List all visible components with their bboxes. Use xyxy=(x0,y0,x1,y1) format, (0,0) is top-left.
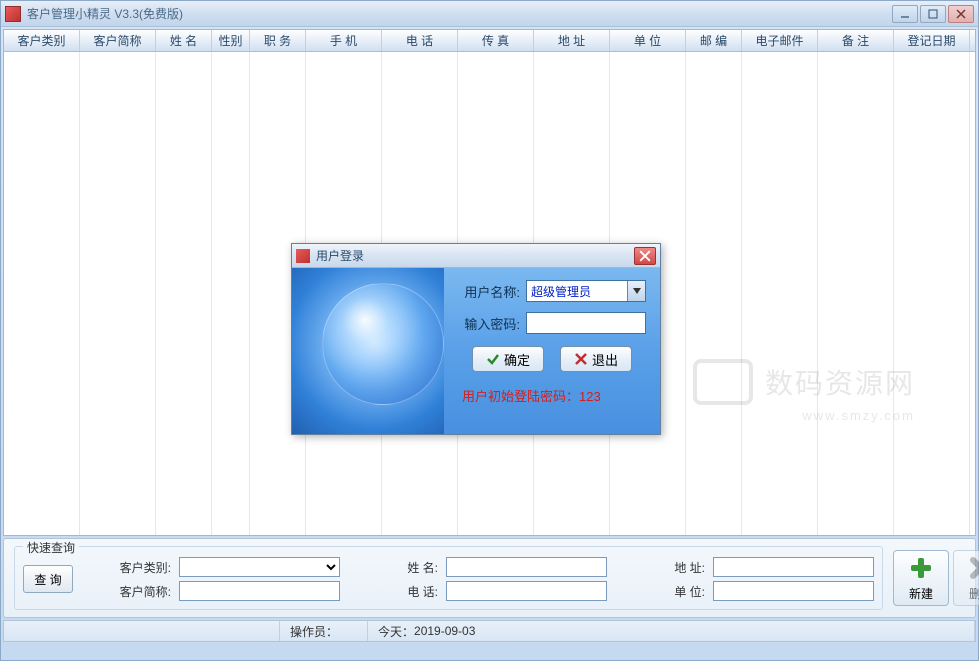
minimize-button[interactable] xyxy=(892,5,918,23)
unit-label: 单 位: xyxy=(615,583,705,600)
bottom-panel: 快速查询 客户类别: 姓 名: 地 址: 查 询 客户简称: 电 话: 单 位: xyxy=(3,538,976,618)
column-header[interactable]: 电 话 xyxy=(382,30,458,51)
phone-input[interactable] xyxy=(446,581,607,601)
username-combo[interactable]: 超级管理员 xyxy=(526,280,646,302)
short-input[interactable] xyxy=(179,581,340,601)
chevron-down-icon xyxy=(627,281,645,301)
column-header[interactable]: 备 注 xyxy=(818,30,894,51)
action-buttons: 新建 删除 打印 导出 xyxy=(893,550,979,606)
column-line xyxy=(894,52,970,535)
column-line xyxy=(742,52,818,535)
login-exit-button[interactable]: 退出 xyxy=(560,346,632,372)
column-line xyxy=(212,52,250,535)
login-hint: 用户初始登陆密码：123 xyxy=(458,386,646,405)
login-body: 用户名称: 超级管理员 输入密码: 确定 xyxy=(292,268,660,434)
operator-label: 操作员： xyxy=(290,623,338,640)
column-header[interactable]: 邮 编 xyxy=(686,30,742,51)
column-line xyxy=(156,52,212,535)
close-button[interactable] xyxy=(948,5,974,23)
login-titlebar: 用户登录 xyxy=(292,244,660,268)
unit-input[interactable] xyxy=(713,581,874,601)
x-icon xyxy=(574,352,588,366)
window-title: 客户管理小精灵 V3.3(免费版) xyxy=(27,5,892,22)
login-dialog: 用户登录 用户名称: 超级管理员 输入密码: xyxy=(291,243,661,435)
quick-search-group: 快速查询 客户类别: 姓 名: 地 址: 查 询 客户简称: 电 话: 单 位: xyxy=(14,546,883,610)
column-header[interactable]: 手 机 xyxy=(306,30,382,51)
column-header[interactable]: 登记日期 xyxy=(894,30,970,51)
name-label: 姓 名: xyxy=(348,559,438,576)
column-header[interactable]: 传 真 xyxy=(458,30,534,51)
address-input[interactable] xyxy=(713,557,874,577)
login-ok-button[interactable]: 确定 xyxy=(472,346,544,372)
column-header[interactable]: 地 址 xyxy=(534,30,610,51)
today-value: 2019-09-03 xyxy=(414,624,475,638)
search-button[interactable]: 查 询 xyxy=(23,565,73,593)
login-title: 用户登录 xyxy=(316,247,634,264)
window-controls xyxy=(892,5,974,23)
column-line xyxy=(686,52,742,535)
today-label: 今天： xyxy=(378,623,414,640)
login-form: 用户名称: 超级管理员 输入密码: 确定 xyxy=(444,268,660,434)
column-header[interactable]: 性别 xyxy=(212,30,250,51)
category-select[interactable] xyxy=(179,557,340,577)
titlebar: 客户管理小精灵 V3.3(免费版) xyxy=(1,1,978,27)
delete-button: 删除 xyxy=(953,550,979,606)
column-header[interactable]: 客户类别 xyxy=(4,30,80,51)
app-icon xyxy=(5,6,21,22)
check-icon xyxy=(486,352,500,366)
password-label: 输入密码: xyxy=(458,314,520,333)
login-app-icon xyxy=(296,249,310,263)
column-header[interactable]: 单 位 xyxy=(610,30,686,51)
delete-icon xyxy=(967,554,979,582)
column-header[interactable]: 客户简称 xyxy=(80,30,156,51)
phone-label: 电 话: xyxy=(348,583,438,600)
password-input[interactable] xyxy=(526,312,646,334)
short-label: 客户简称: xyxy=(81,583,171,600)
plus-icon xyxy=(907,554,935,582)
category-label: 客户类别: xyxy=(81,559,171,576)
login-close-button[interactable] xyxy=(634,247,656,265)
username-label: 用户名称: xyxy=(458,282,520,301)
maximize-button[interactable] xyxy=(920,5,946,23)
column-line xyxy=(80,52,156,535)
statusbar: 操作员： 今天： 2019-09-03 xyxy=(3,620,976,642)
address-label: 地 址: xyxy=(615,559,705,576)
name-input[interactable] xyxy=(446,557,607,577)
login-globe-image xyxy=(292,268,444,434)
column-header[interactable]: 职 务 xyxy=(250,30,306,51)
table-header: 客户类别客户简称姓 名性别职 务手 机电 话传 真地 址单 位邮 编电子邮件备 … xyxy=(4,30,975,52)
column-header[interactable]: 姓 名 xyxy=(156,30,212,51)
main-window: 客户管理小精灵 V3.3(免费版) 客户类别客户简称姓 名性别职 务手 机电 话… xyxy=(0,0,979,661)
column-line xyxy=(818,52,894,535)
quick-search-legend: 快速查询 xyxy=(23,539,79,556)
new-button[interactable]: 新建 xyxy=(893,550,949,606)
column-line xyxy=(4,52,80,535)
column-header[interactable]: 电子邮件 xyxy=(742,30,818,51)
